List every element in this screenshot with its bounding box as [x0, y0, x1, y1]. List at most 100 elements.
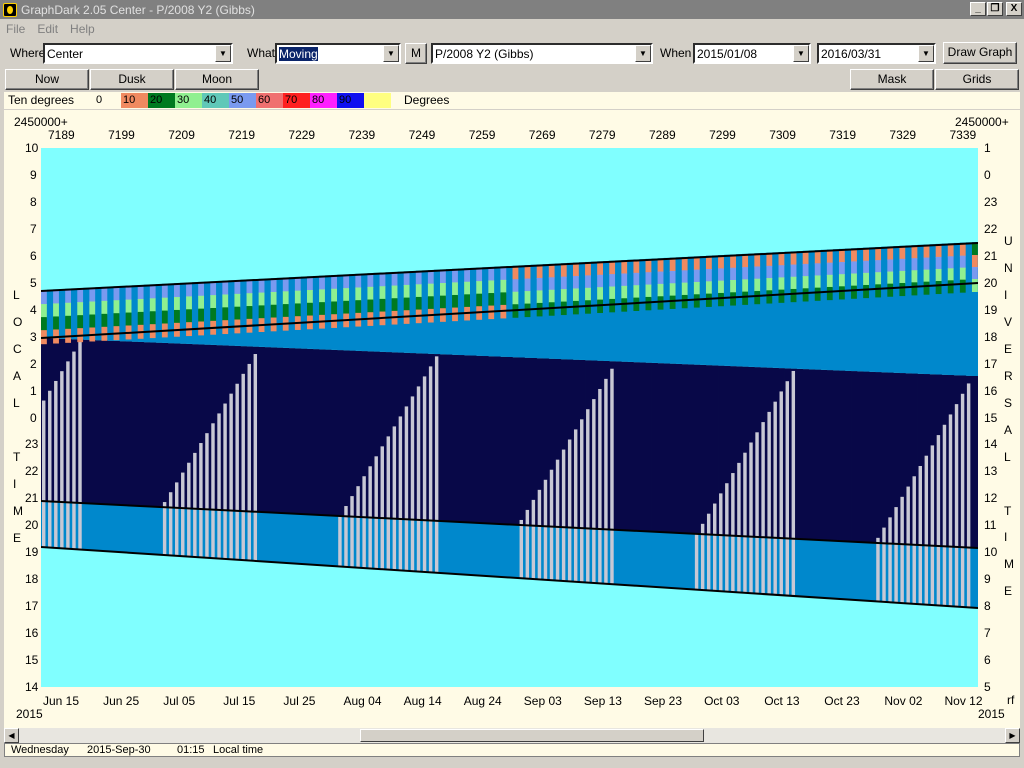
twilight-bar [530, 264, 538, 358]
altitude-stripe [935, 256, 942, 270]
twilight-bar [192, 282, 199, 345]
m-button[interactable]: M [405, 43, 427, 64]
moon-bar [72, 351, 76, 549]
right-axis-tick: 19 [984, 302, 998, 317]
altitude-stripe [41, 317, 47, 332]
chevron-down-icon[interactable]: ▼ [793, 45, 809, 62]
moon-bar [229, 393, 233, 560]
altitude-stripe [814, 287, 821, 301]
twilight-bar [796, 539, 804, 597]
altitude-stripe [657, 283, 664, 298]
menu-file[interactable]: File [6, 22, 25, 36]
chart-frame: 2450000+ 2450000+ 7189 7199 7209 7219 7229 72… [4, 110, 1020, 728]
altitude-stripe [512, 291, 519, 306]
twilight-bar [832, 249, 840, 371]
menu-edit[interactable]: Edit [37, 22, 58, 36]
night-bar [258, 346, 266, 512]
scroll-left-icon[interactable]: ◀ [4, 728, 19, 743]
moon-bar [713, 503, 717, 591]
mask-button[interactable]: Mask [850, 69, 934, 90]
altitude-stripe [210, 295, 217, 309]
moon-bar [924, 455, 929, 605]
altitude-stripe [258, 305, 265, 320]
altitude-stripe [826, 286, 833, 301]
twilight-bar [488, 523, 495, 577]
altitude-stripe [947, 244, 954, 258]
right-axis-tick: 10 [984, 545, 998, 560]
right-axis-tick: 20 [984, 275, 998, 290]
moon-button[interactable]: Moon [175, 69, 259, 90]
altitude-stripe [101, 313, 108, 328]
dusk-button[interactable]: Dusk [90, 69, 174, 90]
altitude-stripe [838, 249, 845, 264]
end-date-select[interactable]: 2016/03/31 ▼ [817, 43, 936, 64]
moon-bar [211, 423, 215, 559]
twilight-bar [542, 264, 550, 359]
moon-bar [549, 469, 554, 581]
object-select[interactable]: P/2008 Y2 (Gibbs) ▼ [431, 43, 653, 64]
draw-graph-button[interactable]: Draw Graph [943, 42, 1017, 64]
altitude-stripe [476, 293, 483, 308]
altitude-stripe [331, 288, 338, 303]
horizontal-scrollbar[interactable]: ◀ ▶ [4, 728, 1020, 743]
altitude-stripe [488, 293, 495, 307]
moon-bar [235, 383, 239, 560]
chevron-down-icon[interactable]: ▼ [383, 45, 399, 62]
minimize-button[interactable]: _ [970, 2, 986, 16]
altitude-stripe [705, 293, 712, 307]
scroll-thumb[interactable] [360, 729, 704, 742]
twilight-bar [373, 272, 380, 352]
twilight-bar [893, 246, 900, 373]
twilight-bar [506, 524, 513, 578]
altitude-stripe [681, 294, 688, 309]
close-button[interactable]: X [1006, 2, 1022, 16]
moon-bar [755, 432, 759, 594]
twilight-bar [724, 254, 731, 366]
chevron-down-icon[interactable]: ▼ [918, 45, 934, 62]
altitude-stripe [343, 275, 350, 290]
left-axis-tick: 15 [25, 653, 39, 668]
altitude-stripe [572, 288, 579, 302]
legend-swatch: 80 [310, 93, 337, 108]
moon-bar [888, 517, 892, 603]
night-bar [167, 343, 175, 508]
altitude-stripe [415, 271, 422, 286]
where-select[interactable]: Center ▼ [43, 43, 233, 64]
date-tick: Nov 12 [944, 694, 983, 708]
night-bar [482, 356, 489, 524]
twilight-bar [59, 289, 66, 339]
chevron-down-icon[interactable]: ▼ [635, 45, 651, 62]
grids-button[interactable]: Grids [935, 69, 1019, 90]
altitude-stripe [222, 307, 229, 322]
altitude-stripe [210, 307, 217, 322]
altitude-stripe [173, 297, 180, 311]
moon-bar [392, 426, 397, 570]
what-select[interactable]: Moving ▼ [275, 43, 401, 64]
altitude-legend: Ten degrees 0 10 20 30 40 50 60 70 80 90 Degrees [4, 92, 1020, 109]
right-axis-tick: 12 [984, 491, 998, 506]
altitude-stripe [77, 302, 84, 317]
chevron-down-icon[interactable]: ▼ [215, 45, 231, 62]
twilight-bar [300, 276, 308, 349]
start-date-select[interactable]: 2015/01/08 ▼ [693, 43, 811, 64]
night-bar [337, 350, 344, 516]
moon-bar [567, 439, 572, 582]
darkness-plot[interactable] [41, 148, 978, 687]
altitude-stripe [754, 254, 761, 268]
altitude-stripe [560, 289, 567, 303]
scroll-right-icon[interactable]: ▶ [1005, 728, 1020, 743]
twilight-bar [89, 503, 96, 551]
right-title-letter: A [1004, 422, 1013, 437]
restore-button[interactable]: ❐ [987, 2, 1003, 16]
moon-bar [737, 462, 741, 593]
moon-bar [374, 456, 378, 569]
now-button[interactable]: Now [5, 69, 89, 90]
twilight-bar [331, 515, 338, 567]
jd-tick: 7319 [829, 128, 856, 142]
menu-help[interactable]: Help [70, 22, 95, 36]
altitude-stripe [464, 269, 471, 283]
altitude-stripe [718, 292, 724, 307]
altitude-stripe [427, 296, 434, 310]
left-axis-tick: 4 [30, 302, 37, 317]
altitude-stripe [959, 279, 966, 293]
